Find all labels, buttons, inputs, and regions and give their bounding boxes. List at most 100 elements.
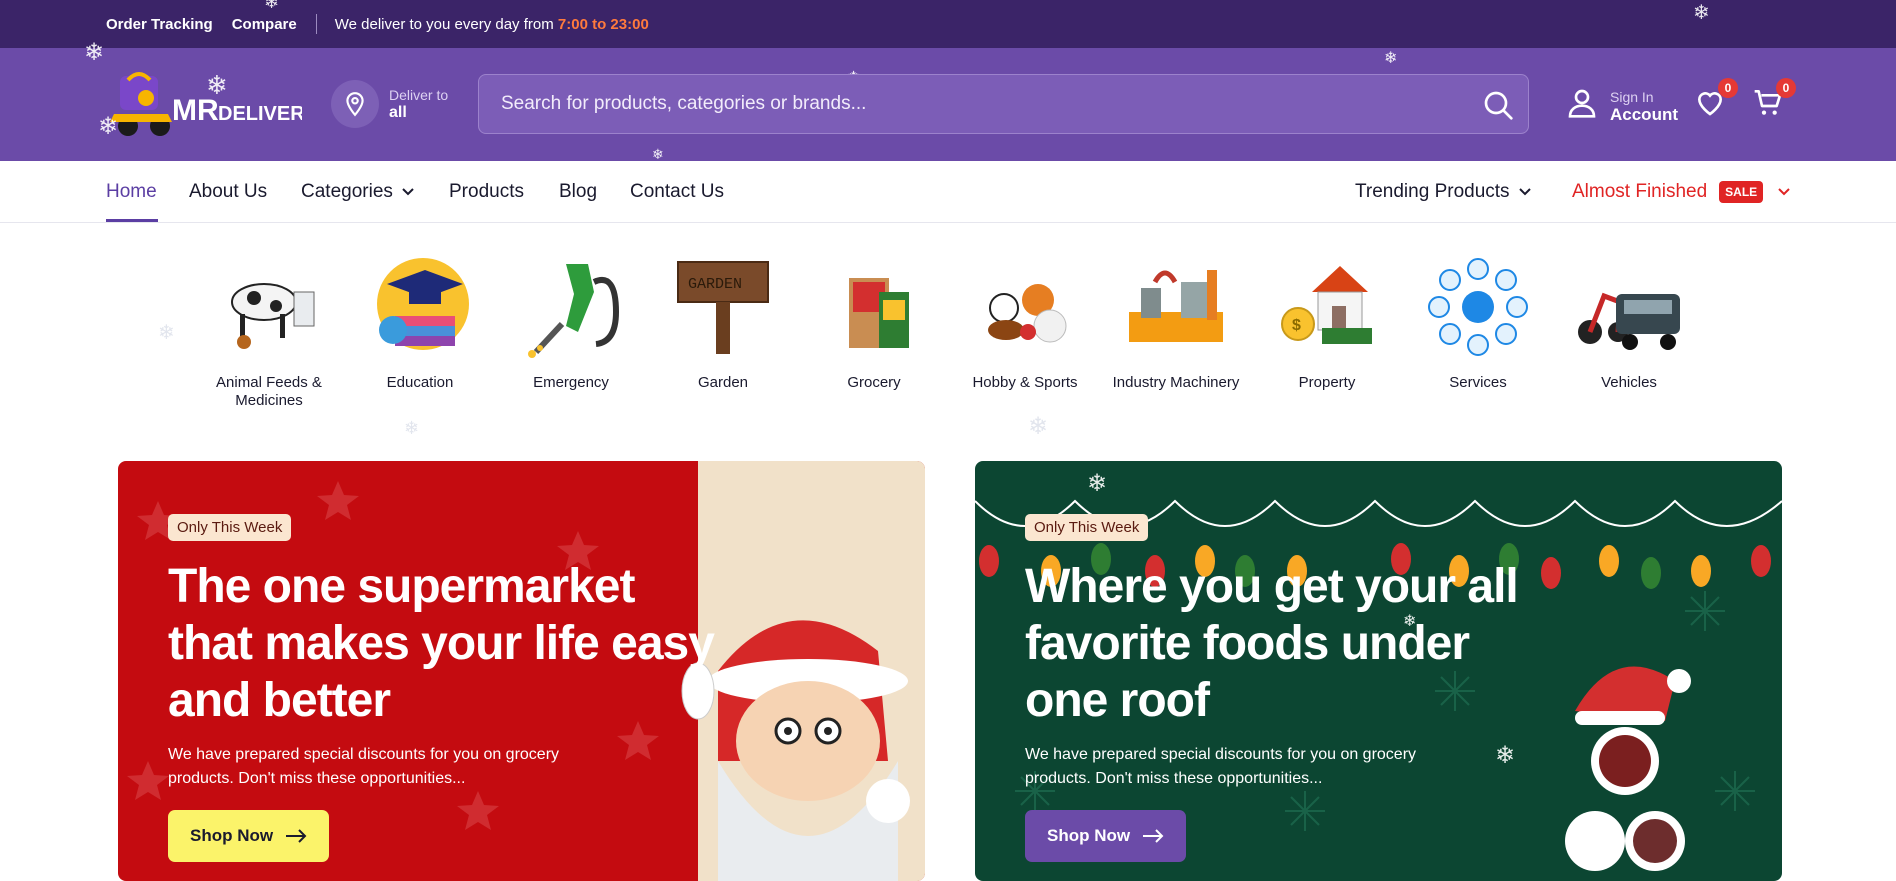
trending-products-dropdown[interactable]: Trending Products	[1355, 161, 1532, 223]
nav-blog[interactable]: Blog	[559, 161, 597, 223]
banner-description: We have prepared special discounts for y…	[168, 746, 560, 787]
banner-title: The one supermarket that makes your life…	[168, 560, 715, 727]
nav-products[interactable]: Products	[449, 161, 524, 223]
shop-now-label: Shop Now	[190, 826, 274, 845]
category-label: Emergency	[533, 374, 609, 391]
snowflake-icon: ❄	[404, 418, 420, 438]
sign-in-label: Sign In	[1610, 88, 1654, 105]
promo-banner-foods: Only This Week Where you get your all fa…	[975, 461, 1782, 881]
svg-text:DELIVER: DELIVER	[218, 103, 302, 125]
chevron-down-icon	[402, 188, 414, 196]
delivery-text: We deliver to you every day from	[334, 15, 554, 33]
cow-icon	[214, 252, 324, 362]
category-garden[interactable]: GARDEN Garden	[658, 252, 788, 392]
category-label: Garden	[697, 374, 749, 391]
banner-title: Where you get your all favorite foods un…	[1025, 560, 1519, 727]
sports-balls-icon	[970, 252, 1080, 362]
snowflake-icon: ❄	[158, 322, 175, 344]
category-services[interactable]: Services	[1413, 252, 1543, 392]
category-label: Property	[1298, 374, 1356, 391]
category-education[interactable]: Education	[355, 252, 485, 392]
order-tracking-link[interactable]: Order Tracking	[106, 16, 213, 33]
category-grocery[interactable]: Grocery	[809, 252, 939, 392]
svg-text:GARDEN: GARDEN	[688, 276, 742, 293]
banner-pill: Only This Week	[168, 514, 292, 541]
category-animal-feeds[interactable]: Animal Feeds & Medicines	[204, 252, 334, 410]
chevron-down-icon	[1518, 188, 1531, 196]
wishlist-count-badge: 0	[1718, 78, 1738, 98]
category-hobby-sports[interactable]: Hobby & Sports	[960, 252, 1090, 392]
deliver-to-label: Deliver to	[389, 87, 449, 103]
house-icon: $	[1272, 252, 1382, 362]
snowflake-icon: ❄	[1403, 613, 1417, 630]
user-icon	[1566, 86, 1598, 125]
shop-now-button[interactable]: Shop Now	[168, 810, 330, 862]
site-logo[interactable]: MR DELIVER	[106, 70, 305, 140]
banner-description: We have prepared special discounts for y…	[1025, 746, 1417, 787]
nav-contact-us[interactable]: Contact Us	[630, 161, 724, 223]
deliver-to-selector[interactable]: Deliver to all	[331, 80, 448, 128]
deliver-to-value: all	[389, 104, 407, 121]
account-button[interactable]: Sign In Account	[1566, 86, 1678, 125]
location-pin-icon	[331, 80, 379, 128]
main-header: MR DELIVER ❄ ❄ ❄ ❄ ❄ ❄ Deliver to all Si…	[0, 39, 1896, 162]
nav-home[interactable]: Home	[106, 161, 157, 223]
category-label: Hobby & Sports	[972, 374, 1078, 391]
grocery-bag-icon	[819, 252, 929, 362]
snowflake-icon: ❄	[1384, 50, 1398, 67]
snowflake-icon: ❄	[1087, 470, 1108, 497]
services-icon	[1423, 252, 1533, 362]
shop-now-button[interactable]: Shop Now	[1025, 810, 1187, 862]
category-property[interactable]: $ Property	[1262, 252, 1392, 392]
snowflake-icon: ❄	[98, 113, 119, 140]
compare-link[interactable]: Compare	[232, 16, 297, 33]
divider	[315, 14, 317, 34]
category-emergency[interactable]: Emergency	[506, 252, 636, 392]
category-label: Industry Machinery	[1112, 374, 1240, 391]
snowflake-icon: ❄	[1028, 413, 1049, 440]
category-label: Services	[1449, 374, 1507, 391]
search-bar	[478, 74, 1529, 134]
snowflake-icon: ❄	[1495, 742, 1516, 769]
almost-finished-dropdown[interactable]: Almost Finished SALE	[1572, 161, 1791, 223]
arrow-right-icon	[1143, 829, 1164, 843]
chevron-down-icon	[1778, 188, 1790, 196]
banner-pill: Only This Week	[1025, 514, 1149, 541]
category-vehicles[interactable]: Vehicles	[1564, 252, 1694, 392]
sale-badge: SALE	[1719, 181, 1764, 203]
svg-text:$: $	[1292, 317, 1301, 334]
snowflake-icon: ❄	[264, 0, 280, 12]
active-indicator	[106, 219, 158, 222]
fuel-nozzle-icon	[516, 252, 626, 362]
cart-button[interactable]: 0	[1752, 78, 1796, 122]
top-bar: Order Tracking Compare We deliver to you…	[0, 0, 1896, 48]
category-label: Animal Feeds & Medicines	[216, 374, 322, 409]
snowflake-icon: ❄	[1693, 2, 1710, 24]
cart-count-badge: 0	[1776, 78, 1796, 98]
garden-sign-icon: GARDEN	[668, 252, 778, 362]
nav-categories-label: Categories	[301, 181, 393, 202]
shop-now-label: Shop Now	[1047, 826, 1131, 845]
category-label: Education	[386, 374, 454, 391]
machinery-icon	[1121, 252, 1231, 362]
nav-about-us[interactable]: About Us	[189, 161, 267, 223]
wishlist-button[interactable]: 0	[1694, 78, 1738, 122]
category-strip: Animal Feeds & Medicines Education Emerg…	[0, 252, 1896, 440]
account-label: Account	[1610, 104, 1678, 124]
snowflake-icon: ❄	[84, 39, 105, 66]
trending-products-label: Trending Products	[1355, 181, 1510, 202]
delivery-hours: 7:00 to 23:00	[557, 15, 649, 33]
search-input[interactable]	[501, 75, 1461, 133]
main-navigation: Home About Us Categories Products Blog C…	[0, 161, 1896, 223]
almost-finished-label: Almost Finished	[1572, 181, 1708, 202]
arrow-right-icon	[286, 829, 307, 843]
graduation-cap-icon	[365, 252, 475, 362]
snowflake-icon: ❄	[206, 70, 228, 100]
nav-categories[interactable]: Categories	[301, 161, 415, 223]
category-label: Vehicles	[1601, 374, 1657, 391]
category-label: Grocery	[847, 374, 901, 391]
vehicles-icon	[1574, 252, 1684, 362]
search-icon[interactable]	[1482, 89, 1514, 121]
promo-banner-supermarket: Only This Week The one supermarket that …	[118, 461, 925, 881]
category-industry-machinery[interactable]: Industry Machinery	[1111, 252, 1241, 392]
